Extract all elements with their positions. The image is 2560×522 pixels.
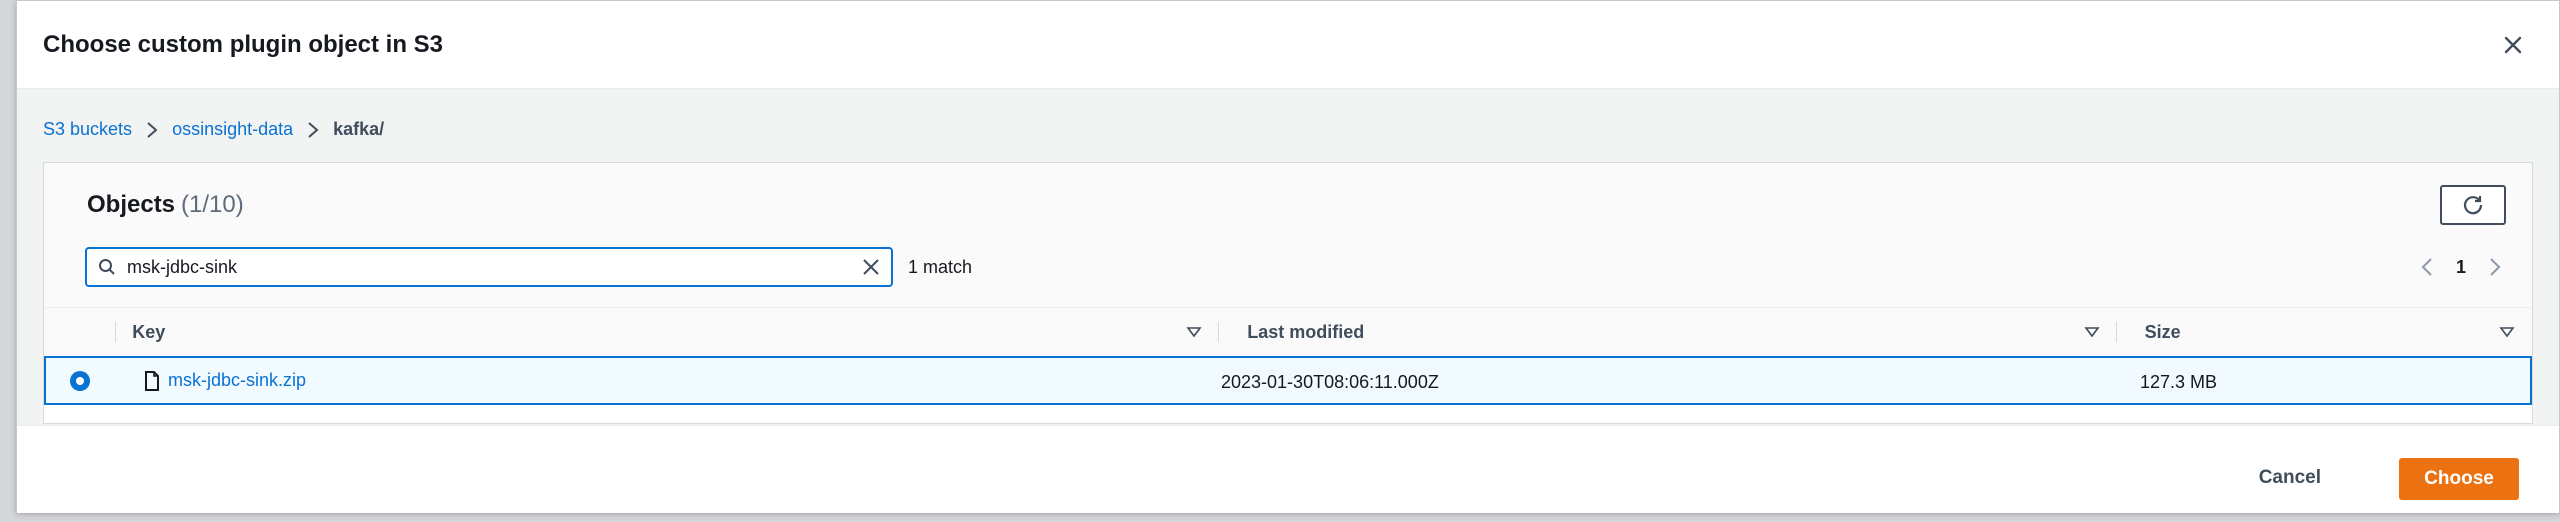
key-cell: msk-jdbc-sink.zip — [144, 370, 306, 391]
objects-title: Objects (1/10) — [87, 191, 244, 219]
modal-body: S3 buckets ossinsight-data kafka/ Object… — [17, 89, 2559, 425]
object-key-link[interactable]: msk-jdbc-sink.zip — [168, 370, 306, 391]
match-count: 1 match — [908, 257, 973, 277]
clear-search-button[interactable] — [851, 249, 891, 285]
search-input-wrapper — [85, 247, 893, 287]
column-header-size[interactable]: Size — [2117, 308, 2532, 356]
column-header-last-modified[interactable]: Last modified — [1219, 308, 2117, 356]
pagination: 1 — [2416, 255, 2506, 279]
previous-page-button[interactable] — [2416, 255, 2438, 279]
radio-dot — [76, 377, 84, 385]
column-header-key[interactable]: Key — [116, 308, 1220, 356]
objects-count: (1/10) — [181, 191, 244, 218]
sort-icon — [2084, 327, 2100, 338]
objects-panel-header: Objects(1/10) 1 m — [44, 163, 2532, 308]
breadcrumb: S3 buckets ossinsight-data kafka/ — [43, 119, 384, 140]
objects-title-text: Objects — [87, 191, 176, 218]
size-cell: 127.3 MB — [2140, 372, 2218, 392]
chevron-right-icon — [307, 121, 319, 139]
chevron-right-icon — [146, 121, 158, 139]
page-number[interactable]: 1 — [2456, 257, 2466, 278]
next-page-button[interactable] — [2484, 255, 2506, 279]
clear-icon — [863, 259, 879, 275]
refresh-button[interactable] — [2440, 185, 2506, 225]
chevron-left-icon — [2421, 258, 2432, 276]
search-input[interactable] — [127, 256, 851, 278]
choose-button[interactable]: Choose — [2399, 458, 2519, 500]
column-header-key-label: Key — [132, 321, 166, 342]
refresh-icon — [2463, 196, 2483, 215]
sort-icon — [2499, 327, 2515, 338]
objects-panel: Objects(1/10) 1 m — [43, 162, 2533, 424]
modal-footer: Cancel Choose — [17, 425, 2559, 513]
chevron-right-icon — [2490, 258, 2501, 276]
breadcrumb-s3-buckets[interactable]: S3 buckets — [43, 119, 132, 140]
radio-selected-icon[interactable] — [70, 371, 90, 391]
close-button[interactable] — [2493, 25, 2533, 65]
breadcrumb-bucket[interactable]: ossinsight-data — [172, 119, 293, 140]
close-icon — [2504, 36, 2522, 53]
column-header-last-modified-label: Last modified — [1247, 321, 1365, 342]
breadcrumb-current: kafka/ — [333, 119, 385, 139]
choose-plugin-modal: Choose custom plugin object in S3 S3 buc… — [16, 0, 2560, 513]
cancel-button[interactable]: Cancel — [2239, 458, 2341, 498]
column-header-size-label: Size — [2144, 321, 2181, 342]
select-column-header — [44, 308, 117, 356]
modal-header: Choose custom plugin object in S3 — [17, 1, 2559, 89]
table-row[interactable]: msk-jdbc-sink.zip 2023-01-30T08:06:11.00… — [44, 356, 2532, 405]
modal-title: Choose custom plugin object in S3 — [43, 30, 444, 58]
last-modified-cell: 2023-01-30T08:06:11.000Z — [1221, 372, 1439, 392]
search-icon — [87, 258, 127, 276]
sort-icon — [1186, 327, 1202, 338]
file-icon — [145, 370, 159, 391]
table-header: Key Last modified Size — [44, 308, 2532, 356]
